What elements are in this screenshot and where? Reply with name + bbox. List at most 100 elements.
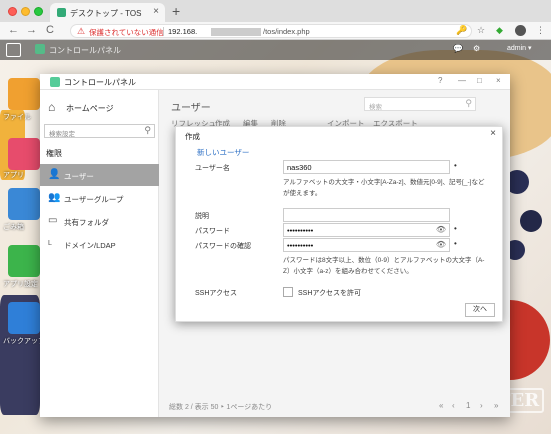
help-button[interactable]: ? (438, 76, 442, 85)
desktop-icon-label: アプリ (3, 172, 24, 179)
wallpaper-blueberry (520, 210, 542, 232)
maximize-button[interactable]: □ (477, 76, 482, 85)
tos-menu-icon[interactable] (6, 43, 21, 57)
control-panel-icon (50, 77, 60, 87)
description-field[interactable] (283, 208, 450, 222)
home-icon: ⌂ (48, 100, 56, 114)
sidebar-item-domain-ldap[interactable]: L ドメイン/LDAP (40, 233, 159, 255)
desktop-icon-label: バックアップ (3, 338, 45, 345)
password-confirm-value: •••••••••• (287, 241, 314, 250)
last-page-button[interactable]: » (494, 401, 498, 410)
ldap-icon: L (48, 240, 52, 247)
password-field[interactable]: •••••••••• 👁 (283, 223, 450, 237)
password-value: •••••••••• (287, 226, 314, 235)
user-menu[interactable]: admin ▾ (507, 44, 532, 52)
desktop-icon-app-settings[interactable] (8, 245, 40, 277)
page-number[interactable]: 1 (466, 401, 470, 410)
url-path: /tos/index.php (263, 27, 310, 36)
sidebar-item-shared-folders[interactable]: ▭ 共有フォルダ (40, 210, 159, 232)
desktop-icon-apps[interactable] (8, 138, 40, 170)
search-placeholder: 検索設定 (49, 131, 75, 138)
forward-button[interactable]: → (26, 24, 37, 36)
dialog-close-button[interactable]: × (490, 128, 496, 139)
key-icon[interactable]: 🔑 (456, 25, 467, 36)
user-search-input[interactable]: 検索 ⚲ (364, 97, 476, 111)
tos-desktop: コントロールパネル 💬 ⚙ admin ▾ ファイル アプリ ごみ箱 アプリ設定… (0, 40, 551, 434)
desktop-icon-trash[interactable] (8, 188, 40, 220)
ssh-access-checkbox[interactable] (283, 287, 293, 297)
first-page-button[interactable]: « (439, 401, 443, 410)
security-status[interactable]: 保護されていない通信 (89, 27, 164, 38)
sidebar-item-label: ドメイン/LDAP (64, 241, 116, 250)
sidebar-section-title: 権限 (46, 149, 62, 158)
sidebar-item-users[interactable]: 👤 ユーザー (40, 164, 159, 186)
browser-tab[interactable]: デスクトップ - TOS × (50, 3, 165, 22)
search-placeholder: 検索 (369, 104, 382, 111)
minimize-window-button[interactable] (21, 7, 30, 16)
control-panel-titlebar[interactable]: コントロールパネル ? — □ × (40, 74, 510, 90)
required-mark: • (454, 224, 457, 233)
username-field[interactable]: nas360 (283, 160, 450, 174)
next-button[interactable]: 次へ (465, 303, 495, 317)
username-value: nas360 (287, 163, 312, 172)
minimize-button[interactable]: — (458, 76, 466, 85)
pagination-summary: 総数 2 / 表示 50 ‣ 1ページあたり (169, 404, 273, 411)
sidebar-item-home[interactable]: ⌂ ホームページ (48, 100, 158, 116)
desktop-icon-file[interactable] (8, 78, 40, 110)
window-title: コントロールパネル (64, 78, 136, 87)
taskbar: コントロールパネル 💬 ⚙ admin ▾ (0, 40, 551, 60)
settings-search-input[interactable]: 検索設定 ⚲ (44, 124, 155, 138)
browser-tab-bar: デスクトップ - TOS × + (0, 0, 551, 22)
search-icon[interactable]: ⚲ (144, 125, 151, 136)
url-divider (163, 27, 164, 36)
search-icon[interactable]: ⚲ (465, 98, 472, 109)
tab-title: デスクトップ - TOS (70, 9, 142, 18)
close-window-button[interactable] (8, 7, 17, 16)
ssh-checkbox-label[interactable]: SSHアクセスを許可 (298, 288, 361, 298)
back-button[interactable]: ← (8, 24, 19, 36)
user-icon: 👤 (48, 169, 61, 180)
shield-extension-icon[interactable]: ◆ (496, 25, 503, 36)
control-panel-sidebar: ⌂ ホームページ 検索設定 ⚲ 権限 👤 ユーザー 👥 ユーザーグループ ▭ 共… (40, 90, 159, 417)
reload-button[interactable]: C (46, 24, 54, 36)
bookmark-star-icon[interactable]: ☆ (477, 25, 485, 36)
sidebar-item-user-groups[interactable]: 👥 ユーザーグループ (40, 187, 159, 209)
new-tab-button[interactable]: + (172, 3, 180, 19)
username-label: ユーザー名 (195, 165, 230, 172)
tab-close-button[interactable]: × (153, 6, 159, 17)
next-page-button[interactable]: › (480, 401, 483, 410)
password-hint: パスワードは8文字以上、数位（0-9）とアルファベットの大文字（A-Z）小文字（… (283, 257, 485, 275)
show-password-icon[interactable]: 👁 (436, 225, 446, 234)
password-confirm-label: パスワードの確認 (195, 243, 251, 250)
required-mark: • (454, 161, 457, 170)
page-title: ユーザー (171, 103, 211, 114)
desktop-icon-label: ごみ箱 (3, 224, 24, 231)
maximize-window-button[interactable] (34, 7, 43, 16)
warning-icon: ⚠ (77, 26, 86, 36)
chat-icon[interactable]: 💬 (453, 44, 463, 53)
sidebar-item-label: ユーザー (64, 172, 94, 181)
password-label: パスワード (195, 228, 230, 235)
ssh-label: SSHアクセス (195, 290, 238, 297)
password-confirm-field[interactable]: •••••••••• 👁 (283, 238, 450, 252)
show-password-icon[interactable]: 👁 (436, 240, 446, 249)
taskbar-app-label[interactable]: コントロールパネル (49, 45, 121, 56)
taskbar-app-icon[interactable] (35, 44, 45, 54)
sidebar-item-label: ホームページ (66, 104, 114, 113)
desktop-icon-label: ファイル (3, 114, 31, 121)
settings-icon[interactable]: ⚙ (473, 44, 480, 53)
browser-menu-icon[interactable]: ⋮ (536, 25, 545, 36)
description-label: 説明 (195, 213, 209, 220)
close-button[interactable]: × (496, 76, 501, 85)
profile-avatar[interactable] (515, 25, 526, 36)
tab-new-user[interactable]: 新しいユーザー (197, 147, 249, 158)
url-field[interactable]: ⚠ 保護されていない通信 192.168. /tos/index.php (70, 24, 472, 38)
create-user-dialog: 作成 × 新しいユーザー ユーザー名 nas360 • アルファベットの大文字・… (175, 126, 503, 322)
url-host: 192.168. (168, 27, 198, 36)
prev-page-button[interactable]: ‹ (452, 401, 455, 410)
address-bar: ← → C ⚠ 保護されていない通信 192.168. /tos/index.p… (0, 22, 551, 40)
sidebar-item-label: ユーザーグループ (64, 195, 124, 204)
desktop-icon-label: アプリ設定 (3, 281, 38, 288)
desktop-icon-backup[interactable] (8, 302, 40, 334)
required-mark: • (454, 239, 457, 248)
